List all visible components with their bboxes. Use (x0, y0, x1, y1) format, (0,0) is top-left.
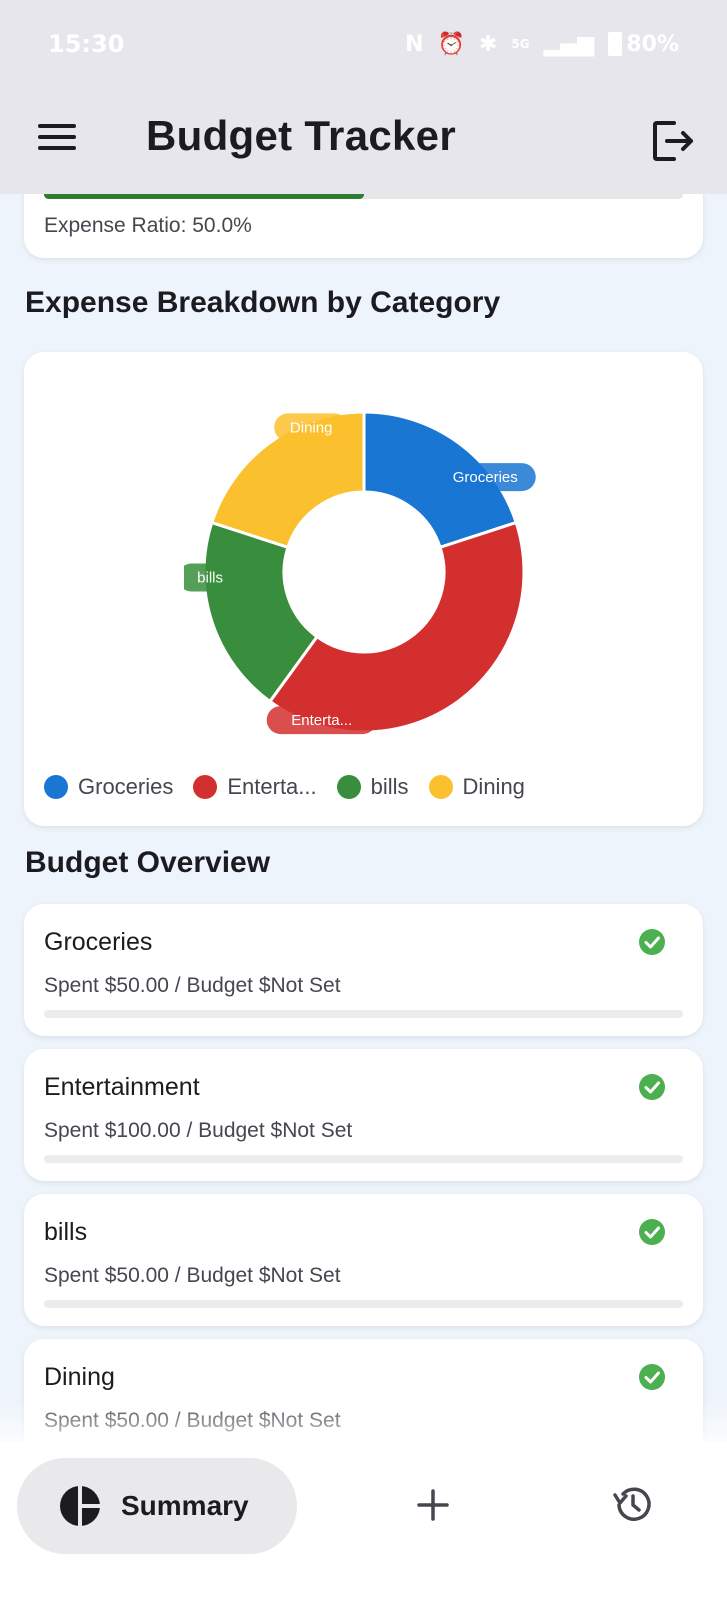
budget-progress-bar (44, 1010, 683, 1018)
check-circle-icon (639, 1074, 665, 1100)
legend-item: Dining (428, 774, 525, 800)
expense-ratio-card: Expense Ratio: 50.0% (24, 194, 703, 258)
hamburger-menu-icon[interactable] (38, 124, 76, 154)
app-title: Budget Tracker (146, 112, 456, 159)
nav-summary-tab[interactable]: Summary (17, 1458, 297, 1554)
legend-item: Enterta... (193, 774, 317, 800)
slice-label: bills (184, 563, 243, 592)
chart-legend: Groceries Enterta... bills Dining (44, 774, 545, 800)
slice-label-text: Groceries (453, 469, 518, 486)
signal-icon: ▂▄▆ (543, 31, 595, 57)
expense-ratio-label: Expense Ratio: 50.0% (44, 214, 252, 237)
logout-icon[interactable] (652, 120, 696, 162)
breakdown-title: Expense Breakdown by Category (25, 286, 501, 319)
legend-color-dot (44, 775, 68, 799)
nav-summary-label: Summary (121, 1490, 249, 1521)
budget-category-name: Groceries (44, 928, 153, 956)
budget-card[interactable]: bills Spent $50.00 / Budget $Not Set (24, 1194, 703, 1326)
status-bar: 15:30 N ⏰ ✱ 5G ▂▄▆ 80% (0, 0, 727, 88)
slice-label-text: Dining (290, 419, 333, 436)
bluetooth-icon: ✱ (478, 31, 498, 57)
slice-label-text: bills (197, 570, 223, 587)
app-bar: Budget Tracker (0, 88, 727, 194)
budget-category-name: Entertainment (44, 1073, 200, 1101)
expense-ratio-bar (44, 194, 683, 199)
budget-progress-bar (44, 1155, 683, 1163)
legend-color-dot (193, 775, 218, 799)
battery-icon: 80% (608, 32, 679, 57)
budget-card[interactable]: Entertainment Spent $100.00 / Budget $Not… (24, 1049, 703, 1181)
add-icon[interactable] (416, 1488, 450, 1522)
expense-chart-card: Groceries Enterta... bills Dining Groceries… (24, 352, 703, 826)
legend-item: Groceries (44, 774, 173, 800)
bottom-navigation: Summary (0, 1442, 727, 1600)
slice-label: Enterta... (266, 706, 377, 735)
history-icon[interactable] (612, 1484, 654, 1526)
budget-category-name: bills (44, 1218, 88, 1246)
legend-label: Enterta... (227, 774, 317, 799)
slice-label-text: Enterta... (291, 712, 352, 729)
check-circle-icon (639, 1219, 665, 1245)
battery-level: 80% (626, 31, 679, 57)
status-icons: N ⏰ ✱ 5G ▂▄▆ 80% (405, 32, 679, 57)
network-type-label: 5G (511, 37, 530, 51)
legend-item: bills (336, 774, 409, 800)
slice-label: Groceries (434, 463, 536, 492)
slice-label: Dining (274, 413, 349, 442)
budget-spent-detail: Spent $100.00 / Budget $Not Set (44, 1119, 353, 1142)
budget-spent-detail: Spent $50.00 / Budget $Not Set (44, 974, 341, 997)
legend-label: bills (370, 774, 409, 799)
status-time: 15:30 (48, 30, 125, 58)
budget-category-name: Dining (44, 1363, 115, 1391)
expense-ratio-fill (44, 194, 364, 199)
legend-label: Groceries (78, 774, 174, 799)
budget-progress-bar (44, 1300, 683, 1308)
budget-spent-detail: Spent $50.00 / Budget $Not Set (44, 1264, 341, 1287)
overview-title: Budget Overview (25, 846, 271, 879)
budget-card[interactable]: Groceries Spent $50.00 / Budget $Not Set (24, 904, 703, 1036)
check-circle-icon (639, 929, 665, 955)
content-scroll-area[interactable]: Expense Ratio: 50.0% Expense Breakdown b… (0, 194, 727, 1472)
nfc-icon: N (405, 31, 424, 57)
legend-color-dot (428, 775, 453, 799)
pie-chart-icon (60, 1485, 101, 1527)
alarm-icon: ⏰ (437, 31, 465, 57)
check-circle-icon (639, 1364, 665, 1390)
legend-color-dot (336, 775, 361, 799)
legend-label: Dining (462, 774, 525, 799)
expense-donut-chart[interactable]: Groceries Enterta... bills Dining (184, 392, 544, 752)
